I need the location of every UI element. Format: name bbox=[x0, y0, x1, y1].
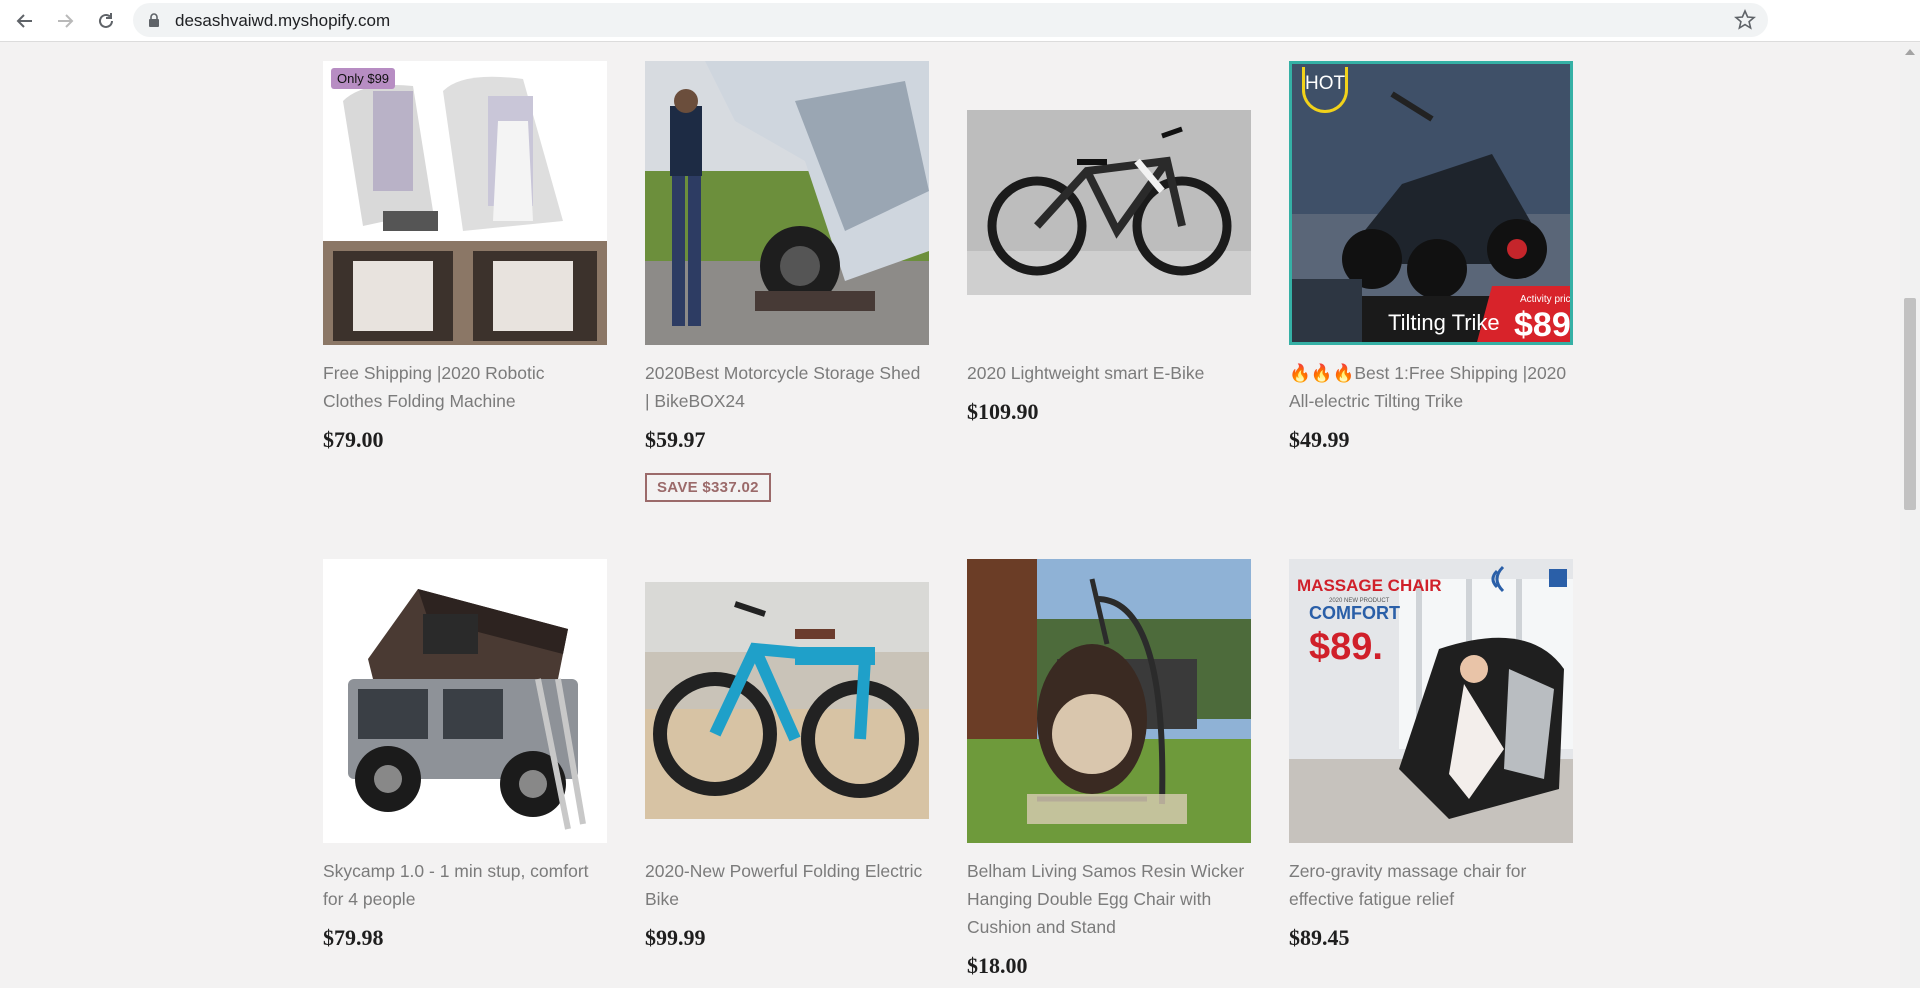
image-heading: MASSAGE CHAIR bbox=[1297, 576, 1442, 595]
image-caption: Tilting Trike bbox=[1388, 310, 1500, 335]
product-card[interactable]: Skycamp 1.0 - 1 min stup, comfort for 4 … bbox=[323, 559, 607, 951]
product-image-clothes-folder[interactable]: Only $99 bbox=[323, 61, 607, 345]
product-price: $79.98 bbox=[323, 925, 384, 950]
product-image-bikebox[interactable] bbox=[645, 61, 929, 345]
hot-badge: HOT bbox=[1302, 67, 1348, 113]
page-scrollbar[interactable] bbox=[1900, 43, 1920, 988]
image-price: $89 bbox=[1514, 306, 1570, 342]
image-label-badge: Only $99 bbox=[331, 68, 396, 89]
image-price: $89. bbox=[1309, 626, 1383, 668]
product-price: $49.99 bbox=[1289, 427, 1350, 452]
product-price: $18.00 bbox=[967, 953, 1028, 978]
product-price: $99.99 bbox=[645, 925, 706, 950]
image-word: COMFORT bbox=[1309, 603, 1400, 623]
product-title[interactable]: Skycamp 1.0 - 1 min stup, comfort for 4 … bbox=[323, 857, 607, 913]
product-grid-page: Only $99 Free Shipping |2020 Robotic Clo… bbox=[0, 43, 1900, 988]
product-title[interactable]: Zero-gravity massage chair for effective… bbox=[1289, 857, 1573, 913]
image-price-label: Activity price bbox=[1520, 294, 1570, 305]
forward-icon[interactable] bbox=[51, 7, 79, 35]
product-title[interactable]: Free Shipping |2020 Robotic Clothes Fold… bbox=[323, 359, 607, 415]
product-card[interactable]: 2020-New Powerful Folding Electric Bike … bbox=[645, 559, 929, 951]
product-title[interactable]: 🔥🔥🔥Best 1:Free Shipping |2020 All-electr… bbox=[1289, 359, 1573, 415]
product-card[interactable]: Belham Living Samos Resin Wicker Hanging… bbox=[967, 559, 1251, 979]
product-card[interactable]: Tilting Trike Activity price $89 HOT 🔥🔥🔥… bbox=[1289, 61, 1573, 453]
browser-toolbar: desashvaiwd.myshopify.com bbox=[0, 0, 1920, 42]
product-card[interactable]: 2020 Lightweight smart E-Bike $109.90 bbox=[967, 61, 1251, 425]
reload-icon[interactable] bbox=[92, 7, 120, 35]
address-bar[interactable]: desashvaiwd.myshopify.com bbox=[133, 3, 1768, 37]
scroll-thumb[interactable] bbox=[1904, 298, 1916, 510]
product-card[interactable]: 2020Best Motorcycle Storage Shed | BikeB… bbox=[645, 61, 929, 502]
product-title[interactable]: 2020 Lightweight smart E-Bike bbox=[967, 359, 1251, 387]
product-image-massage-chair[interactable]: MASSAGE CHAIR 2020 NEW PRODUCT COMFORT $… bbox=[1289, 559, 1573, 843]
star-icon[interactable] bbox=[1734, 9, 1756, 31]
product-image-tilting-trike[interactable]: Tilting Trike Activity price $89 HOT bbox=[1289, 61, 1573, 345]
product-card[interactable]: MASSAGE CHAIR 2020 NEW PRODUCT COMFORT $… bbox=[1289, 559, 1573, 951]
back-icon[interactable] bbox=[11, 7, 39, 35]
product-image-ebike[interactable] bbox=[967, 61, 1251, 345]
product-image-folding-bike[interactable] bbox=[645, 559, 929, 843]
product-title[interactable]: 2020-New Powerful Folding Electric Bike bbox=[645, 857, 929, 913]
product-title[interactable]: Belham Living Samos Resin Wicker Hanging… bbox=[967, 857, 1251, 941]
product-title[interactable]: 2020Best Motorcycle Storage Shed | BikeB… bbox=[645, 359, 929, 415]
product-price: $59.97 bbox=[645, 427, 706, 452]
product-price: $109.90 bbox=[967, 399, 1039, 424]
product-card[interactable]: Only $99 Free Shipping |2020 Robotic Clo… bbox=[323, 61, 607, 453]
product-price: $89.45 bbox=[1289, 925, 1350, 950]
lock-icon bbox=[149, 13, 159, 27]
scroll-up-arrow-icon[interactable] bbox=[1905, 49, 1915, 55]
product-price: $79.00 bbox=[323, 427, 384, 452]
product-image-skycamp[interactable] bbox=[323, 559, 607, 843]
product-image-egg-chair[interactable] bbox=[967, 559, 1251, 843]
url-text: desashvaiwd.myshopify.com bbox=[175, 11, 391, 30]
save-badge: SAVE $337.02 bbox=[645, 473, 771, 502]
